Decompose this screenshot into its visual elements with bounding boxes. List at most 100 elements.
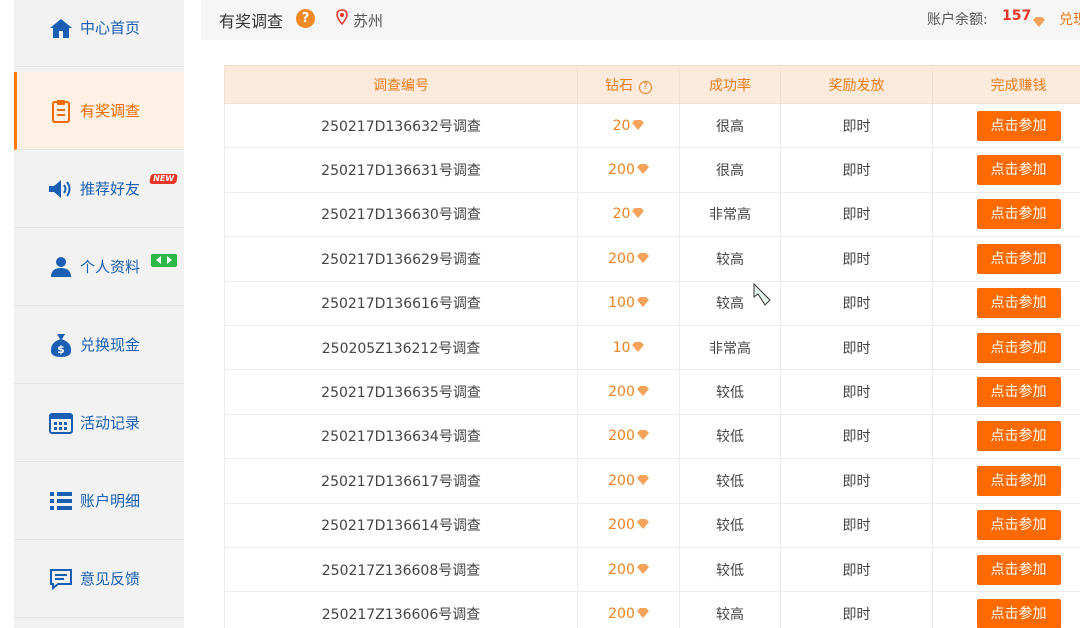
- exchange-link[interactable]: 兑现: [1059, 9, 1080, 29]
- sidebar-item-label: 账户明细: [80, 492, 141, 510]
- diamond-cell: 200: [577, 503, 680, 548]
- sidebar-item-home[interactable]: 中心首页: [14, 0, 184, 67]
- join-survey-button[interactable]: 点击参加: [976, 554, 1061, 585]
- diamond-icon: [636, 295, 649, 311]
- diamond-icon: [636, 517, 649, 533]
- mouse-cursor-icon: [753, 282, 773, 311]
- diamond-cell: 200: [577, 591, 680, 628]
- join-survey-button[interactable]: 点击参加: [976, 288, 1061, 319]
- sidebar-item-label: 推荐好友: [80, 180, 141, 198]
- diamond-cell: 200: [577, 369, 680, 415]
- action-cell: 点击参加: [932, 281, 1080, 326]
- diamond-cell: 100: [577, 281, 680, 326]
- table-row: 250217D136634号调查 200 较低 即时 点击参加: [224, 414, 1080, 460]
- diamond-value: 200: [608, 561, 635, 578]
- join-survey-button[interactable]: 点击参加: [976, 199, 1061, 230]
- table-row: 250217D136616号调查 100 较高 即时 点击参加: [224, 281, 1080, 326]
- sidebar-item-label: 个人资料: [80, 258, 141, 276]
- survey-id: 250217D136614号调查: [224, 503, 578, 548]
- table-row: 250217D136631号调查 200 很高 即时 点击参加: [224, 147, 1080, 193]
- reward-timing: 即时: [780, 503, 933, 548]
- join-survey-button[interactable]: 点击参加: [976, 377, 1061, 408]
- reward-timing: 即时: [780, 458, 933, 504]
- list-icon: [48, 488, 74, 514]
- join-survey-button[interactable]: 点击参加: [976, 598, 1061, 628]
- survey-id: 250205Z136212号调查: [224, 325, 578, 371]
- col-header-reward: 奖励发放: [780, 65, 933, 104]
- diamond-value: 200: [608, 250, 635, 267]
- diamond-icon: [636, 428, 649, 444]
- table-row: 250217D136614号调查 200 较低 即时 点击参加: [224, 503, 1080, 548]
- success-rate: 较低: [679, 458, 781, 504]
- diamond-icon: [1033, 12, 1045, 31]
- action-cell: 点击参加: [932, 591, 1080, 628]
- survey-id: 250217Z136608号调查: [224, 547, 578, 593]
- join-survey-button[interactable]: 点击参加: [976, 510, 1061, 541]
- table-row: 250217D136635号调查 200 较低 即时 点击参加: [224, 369, 1080, 415]
- success-rate: 非常高: [679, 325, 781, 371]
- action-cell: 点击参加: [932, 236, 1080, 282]
- action-cell: 点击参加: [932, 458, 1080, 504]
- diamond-value: 200: [608, 162, 635, 179]
- diamond-value: 20: [612, 117, 631, 134]
- join-survey-button[interactable]: 点击参加: [976, 243, 1061, 274]
- sidebar-item-survey[interactable]: 有奖调查: [14, 72, 184, 150]
- table-row: 250217D136632号调查 20 很高 即时 点击参加: [224, 103, 1080, 149]
- table-row: 250217D136630号调查 20 非常高 即时 点击参加: [224, 192, 1080, 238]
- home-icon: [48, 15, 74, 41]
- join-survey-button[interactable]: 点击参加: [976, 332, 1061, 363]
- diamond-value: 10: [612, 339, 631, 356]
- svg-text:$: $: [57, 343, 65, 356]
- sidebar-item-account[interactable]: 账户明细: [14, 462, 184, 540]
- help-icon[interactable]: ?: [296, 9, 315, 28]
- diamond-value: 200: [608, 472, 635, 489]
- location-pin-icon: [336, 9, 348, 29]
- sidebar-item-label: 意见反馈: [80, 570, 141, 588]
- diamond-icon: [632, 206, 645, 222]
- feedback-icon: [48, 566, 74, 592]
- user-icon: [48, 254, 74, 280]
- survey-id: 250217Z136606号调查: [224, 591, 578, 628]
- sidebar: 中心首页 有奖调查 推荐好友 NEW 个人资料 $ 兑换现金 活动记录 账户明细…: [14, 0, 184, 628]
- success-rate: 较低: [679, 547, 781, 593]
- action-cell: 点击参加: [932, 192, 1080, 238]
- join-survey-button[interactable]: 点击参加: [976, 110, 1061, 141]
- sidebar-item-label: 中心首页: [80, 19, 141, 37]
- success-rate: 较低: [679, 503, 781, 548]
- sidebar-item-activity[interactable]: 活动记录: [14, 384, 184, 462]
- sidebar-item-label: 活动记录: [80, 414, 141, 432]
- page-title: 有奖调查: [219, 12, 284, 31]
- question-icon[interactable]: ?: [639, 80, 652, 94]
- diamond-value: 200: [608, 384, 635, 401]
- sidebar-item-profile[interactable]: 个人资料: [14, 228, 184, 306]
- col-header-rate: 成功率: [679, 65, 781, 104]
- join-survey-button[interactable]: 点击参加: [976, 465, 1061, 496]
- survey-id: 250217D136634号调查: [224, 414, 578, 460]
- table-row: 250205Z136212号调查 10 非常高 即时 点击参加: [224, 325, 1080, 371]
- diamond-icon: [632, 118, 645, 134]
- calendar-icon: [48, 410, 74, 436]
- money-bag-icon: $: [48, 332, 74, 358]
- survey-table: 调查编号 钻石? 成功率 奖励发放 完成赚钱 250217D136632号调查 2…: [224, 65, 1080, 628]
- success-rate: 较低: [679, 414, 781, 460]
- diamond-icon: [636, 562, 649, 578]
- diamond-value: 200: [608, 605, 635, 622]
- sidebar-item-feedback[interactable]: 意见反馈: [14, 540, 184, 618]
- sidebar-item-refer[interactable]: 推荐好友 NEW: [14, 150, 184, 228]
- join-survey-button[interactable]: 点击参加: [976, 421, 1061, 452]
- col-header-action: 完成赚钱: [932, 65, 1080, 104]
- reward-timing: 即时: [780, 325, 933, 371]
- reward-timing: 即时: [780, 591, 933, 628]
- survey-id: 250217D136616号调查: [224, 281, 578, 326]
- col-header-id: 调查编号: [224, 65, 578, 104]
- sidebar-item-label: 兑换现金: [80, 336, 141, 354]
- sidebar-item-cash[interactable]: $ 兑换现金: [14, 306, 184, 384]
- action-cell: 点击参加: [932, 147, 1080, 193]
- join-survey-button[interactable]: 点击参加: [976, 155, 1061, 186]
- success-rate: 非常高: [679, 192, 781, 238]
- balance-value: 157: [1002, 8, 1032, 24]
- survey-id: 250217D136632号调查: [224, 103, 578, 149]
- sidebar-item-label: 有奖调查: [80, 102, 141, 120]
- survey-id: 250217D136631号调查: [224, 147, 578, 193]
- reward-timing: 即时: [780, 192, 933, 238]
